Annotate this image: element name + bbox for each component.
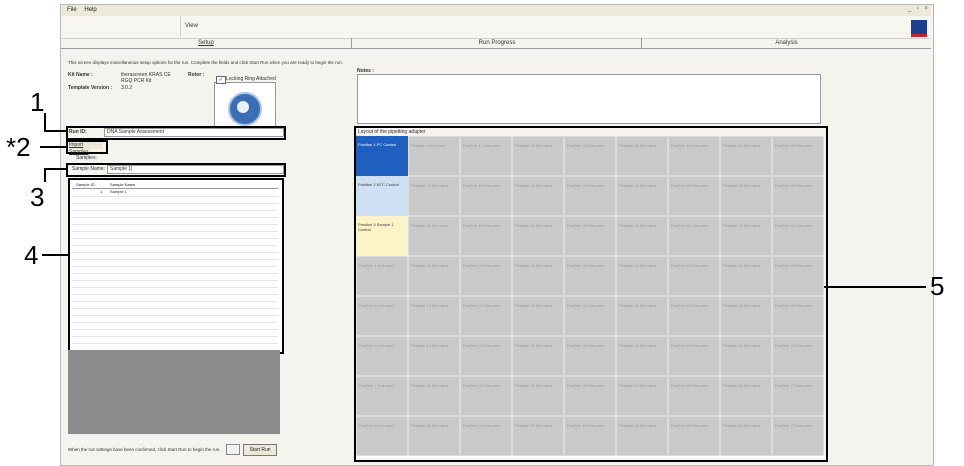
samples-label: Samples:: [76, 155, 97, 161]
kit-name-label: Kit Name :: [68, 72, 93, 78]
setup-instructions: This screen displays miscellaneous setup…: [68, 60, 343, 65]
layout-highlight: [354, 126, 828, 462]
template-version-value: 3.0.2: [121, 85, 133, 91]
sample-name-label: Sample Name:: [72, 166, 106, 172]
callout-4: 4: [24, 240, 39, 270]
col-sample-id: Sample ID: [76, 182, 95, 187]
callout-3-leader: [44, 170, 46, 182]
template-version-label: Template Version :: [68, 85, 113, 91]
tab-run-progress[interactable]: Run Progress: [352, 38, 642, 48]
callout-2-leader: [40, 146, 66, 148]
rotor-center-icon: [237, 101, 249, 113]
tab-analysis[interactable]: Analysis: [642, 38, 931, 48]
menu-bar: File Help: [61, 5, 931, 16]
callout-2: *2: [6, 132, 31, 162]
start-run-icon: [226, 444, 240, 455]
row-sample-id: 1: [100, 189, 103, 194]
import-samples-button[interactable]: Import Samples: [69, 142, 103, 155]
run-id-label: Run ID:: [69, 129, 87, 135]
menu-file[interactable]: File: [67, 7, 77, 13]
tab-strip: Setup Run Progress Analysis: [61, 38, 931, 49]
sample-name-input[interactable]: Sample 1|: [107, 165, 284, 174]
start-run-button[interactable]: Start Run: [243, 444, 277, 456]
sample-table[interactable]: Sample ID Sample Name 1 Sample 1: [68, 178, 284, 354]
locking-ring-checkbox[interactable]: ✓: [216, 76, 226, 84]
callout-1-leader: [44, 130, 66, 132]
callout-3: 3: [30, 182, 45, 212]
kit-name-value: therascreen KRAS CE RGQ PCR Kit: [121, 72, 171, 84]
run-id-input[interactable]: DNA Sample Assessment: [104, 128, 284, 137]
callout-4-leader: [42, 254, 68, 256]
tab-setup[interactable]: Setup: [61, 38, 351, 48]
menu-help[interactable]: Help: [84, 7, 96, 13]
footer-instructions: When the run settings have been confirme…: [68, 447, 221, 452]
qiagen-logo: [911, 20, 927, 34]
table-header: Sample ID Sample Name: [72, 182, 278, 189]
callout-5-leader: [824, 286, 926, 288]
callout-1: 1: [30, 87, 45, 117]
locking-ring-label: Locking Ring Attached: [226, 76, 276, 82]
window-controls[interactable]: _ ▫ ×: [908, 6, 930, 12]
rotor-label: Rotor :: [188, 72, 205, 78]
view-menu[interactable]: View: [180, 16, 285, 36]
callout-1-leader: [44, 113, 46, 131]
callout-5: 5: [930, 271, 945, 301]
qiagen-logo-bar: [911, 34, 927, 37]
notes-input[interactable]: [357, 74, 821, 124]
callout-3-leader: [44, 168, 66, 170]
empty-table-area: [68, 350, 280, 434]
row-sample-name: Sample 1: [110, 189, 127, 194]
col-sample-name: Sample Name: [110, 182, 136, 187]
